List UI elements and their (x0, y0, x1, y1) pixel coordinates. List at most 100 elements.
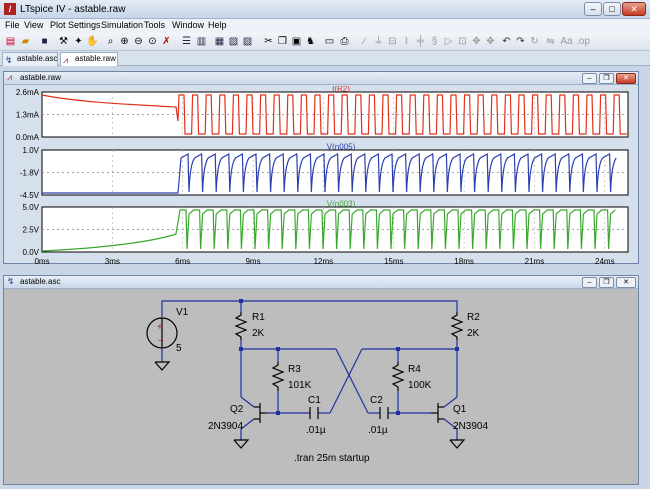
mirror-icon[interactable]: ⇋ (544, 35, 557, 48)
component-icon[interactable]: ⊡ (456, 35, 469, 48)
r2-value: 2K (467, 328, 480, 339)
redo-icon[interactable]: ↷ (514, 35, 527, 48)
c2-value: .01µ (368, 425, 388, 436)
tab-astable-raw[interactable]: ⩘ astable.raw (60, 52, 118, 66)
rotate-icon[interactable]: ↻ (528, 35, 541, 48)
component-labels: V1 5 R1 2K R2 2K R3 101K R4 100K C1 .01µ… (176, 307, 488, 464)
menu-view[interactable]: View (24, 20, 43, 30)
r2-name: R2 (467, 312, 480, 323)
maximize-button[interactable]: □ (603, 2, 621, 16)
restore-button[interactable]: ❐ (599, 73, 614, 84)
zoom-out-icon[interactable]: ⊖ (132, 35, 145, 48)
cascade-icon[interactable]: ▦ (213, 35, 226, 48)
drag-icon[interactable]: ✥ (484, 35, 497, 48)
x-tick-label: 12ms (314, 257, 334, 264)
halt-icon[interactable]: ✋ (86, 35, 99, 48)
schematic-icon: ↯ (5, 55, 13, 65)
menu-simulation[interactable]: Simulation (101, 20, 143, 30)
schematic-canvas[interactable]: + − V1 5 R1 2K R2 2K R3 101K R4 100K C1 … (4, 290, 638, 485)
schematic-window-titlebar: ↯ astable.asc – ❐ ✕ (4, 276, 638, 289)
spice-directive-icon[interactable]: .op (576, 35, 590, 48)
label-icon[interactable]: ⊟ (386, 35, 399, 48)
resistor-icon[interactable]: ⌇ (400, 35, 413, 48)
menu-file[interactable]: File (5, 20, 20, 30)
menu-bar: File View Plot Settings Simulation Tools… (0, 19, 650, 33)
tab-label: astable.raw (75, 54, 116, 63)
close-button[interactable]: ✕ (616, 277, 636, 288)
q2-model: 2N3904 (208, 421, 243, 432)
run-icon[interactable]: ✦ (72, 35, 85, 48)
q2-name: Q2 (230, 404, 244, 415)
copy-icon[interactable]: ❐ (276, 35, 289, 48)
v1-value: 5 (176, 343, 182, 354)
menu-help[interactable]: Help (208, 20, 227, 30)
trace-label: I(R2) (332, 86, 350, 94)
x-tick-label: 21ms (525, 257, 545, 264)
save-icon[interactable]: ■ (38, 35, 51, 48)
y-tick-label: -4.5V (20, 191, 40, 200)
r1-name: R1 (252, 312, 265, 323)
zoom-in-icon[interactable]: ⊕ (118, 35, 131, 48)
undo-icon[interactable]: ↶ (500, 35, 513, 48)
minimize-button[interactable]: – (582, 73, 597, 84)
y-tick-label: 5.0V (23, 203, 40, 212)
tile-vertical-icon[interactable]: ▥ (195, 35, 208, 48)
q1-name: Q1 (453, 404, 467, 415)
zoom-fit-icon[interactable]: ⊙ (146, 35, 159, 48)
close-button[interactable]: ✕ (622, 2, 646, 16)
print-preview-icon[interactable]: ⎙ (338, 35, 351, 48)
toolbar: ▤ ▰ ■ ⚒ ✦ ✋ ⌕ ⊕ ⊖ ⊙ ✗ ☰ ▥ ▦ ▧ ▨ ✂ ❐ ▣ ♞ … (0, 33, 650, 51)
svg-text:+: + (157, 322, 163, 333)
minimize-button[interactable]: – (582, 277, 597, 288)
text-icon[interactable]: Aa (560, 35, 573, 48)
r4-name: R4 (408, 364, 421, 375)
menu-tools[interactable]: Tools (144, 20, 165, 30)
x-tick-label: 0ms (34, 257, 49, 264)
move-icon[interactable]: ✥ (470, 35, 483, 48)
junctions (239, 299, 459, 415)
waveform-window-titlebar: ⩘ astable.raw – ❐ ✕ (4, 72, 638, 85)
find-icon[interactable]: ♞ (304, 35, 317, 48)
close-all-icon[interactable]: ▧ (227, 35, 240, 48)
schematic-window-title: astable.asc (20, 277, 61, 286)
title-bar: / LTspice IV - astable.raw – □ ✕ (0, 0, 650, 19)
ground-icon[interactable]: ⏚ (372, 35, 385, 48)
spice-directive[interactable]: .tran 25m startup (294, 453, 370, 464)
autorange-icon[interactable]: ✗ (160, 35, 173, 48)
inductor-icon[interactable]: § (428, 35, 441, 48)
x-tick-label: 18ms (454, 257, 474, 264)
cut-icon[interactable]: ✂ (262, 35, 275, 48)
new-schematic-icon[interactable]: ▤ (4, 35, 17, 48)
schematic-icon: ↯ (7, 276, 15, 286)
c1-name: C1 (308, 395, 321, 406)
capacitor-icon[interactable]: ╪ (414, 35, 427, 48)
waveform-plot-area[interactable]: 2.6mA 1.3mA 0.0mA I(R2) 1.0V -1.8V -4.5V V(n005… (4, 86, 638, 264)
restore-button[interactable]: ❐ (599, 277, 614, 288)
r3-value: 101K (288, 380, 312, 391)
menu-plot-settings[interactable]: Plot Settings (50, 20, 101, 30)
waveform-window-title: astable.raw (20, 73, 61, 82)
tile-horizontal-icon[interactable]: ☰ (180, 35, 193, 48)
diode-icon[interactable]: ▷ (442, 35, 455, 48)
r1-value: 2K (252, 328, 265, 339)
close-window-icon[interactable]: ▨ (241, 35, 254, 48)
v1-polarity: + − (157, 322, 164, 347)
x-tick-label: 9ms (245, 257, 260, 264)
q1-model: 2N3904 (453, 421, 488, 432)
waveform-window: ⩘ astable.raw – ❐ ✕ 2.6mA 1.3mA 0.0mA I(R2)… (3, 71, 639, 264)
zoom-area-icon[interactable]: ⌕ (104, 35, 117, 48)
open-icon[interactable]: ▰ (19, 35, 32, 48)
svg-text:−: − (158, 336, 164, 347)
y-tick-label: 0.0V (23, 248, 40, 257)
y-tick-label: 1.0V (23, 146, 40, 155)
tab-astable-asc[interactable]: ↯ astable.asc (2, 52, 58, 66)
paste-icon[interactable]: ▣ (290, 35, 303, 48)
print-icon[interactable]: ▭ (323, 35, 336, 48)
wire-icon[interactable]: ∕ (358, 35, 371, 48)
waveform-icon: ⩘ (7, 72, 13, 82)
menu-window[interactable]: Window (172, 20, 204, 30)
control-panel-icon[interactable]: ⚒ (57, 35, 70, 48)
close-button[interactable]: ✕ (616, 73, 636, 84)
x-tick-label: 6ms (175, 257, 190, 264)
minimize-button[interactable]: – (584, 2, 602, 16)
